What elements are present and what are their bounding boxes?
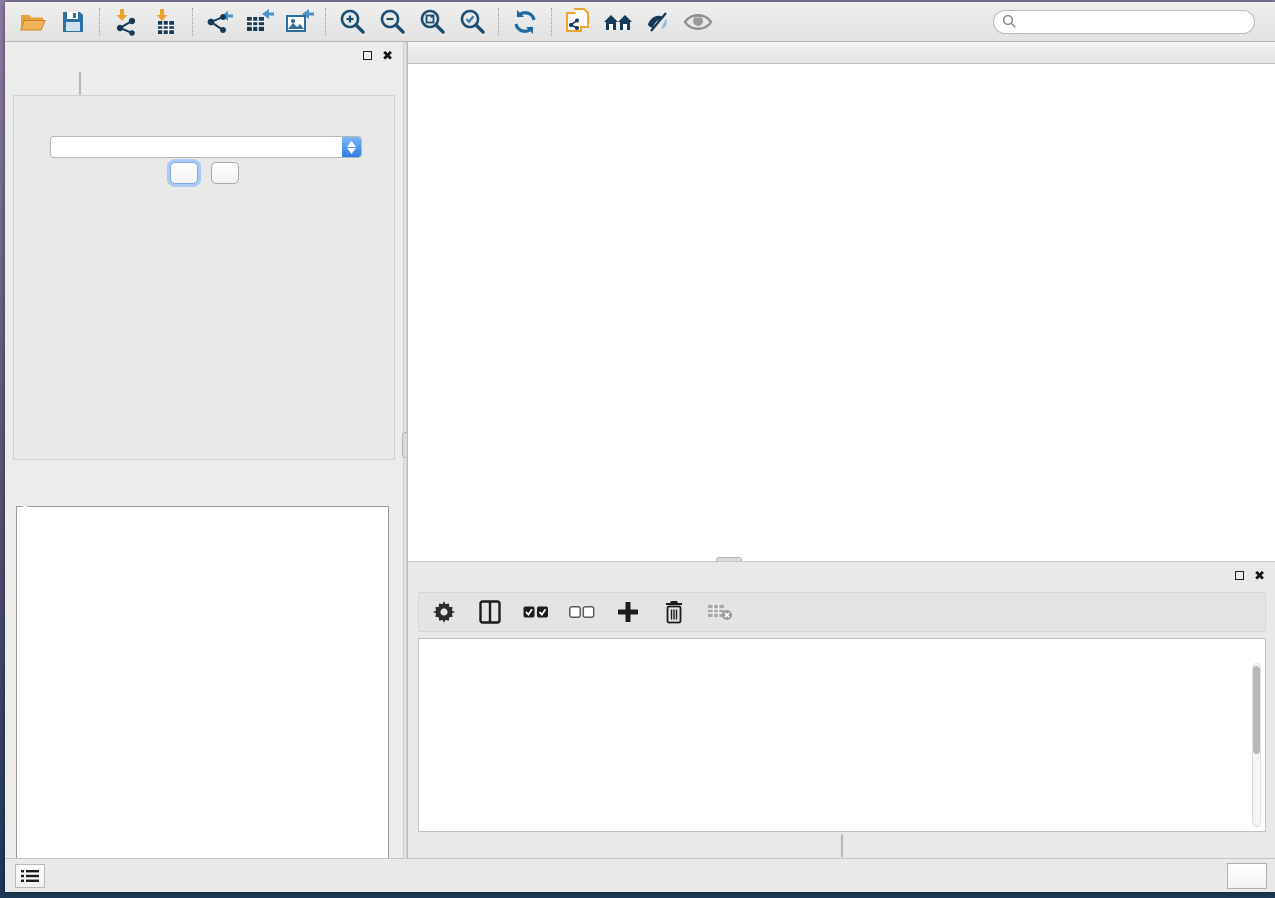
zoom-fit-icon[interactable] [412,5,452,39]
float-panel-icon[interactable] [363,51,372,60]
float-panel-icon[interactable] [1235,571,1244,580]
select-all-icon[interactable] [523,599,549,625]
column-layout-icon[interactable] [477,599,503,625]
memory-button[interactable] [1227,863,1267,889]
import-table-icon[interactable] [146,5,186,39]
import-network-icon[interactable] [106,5,146,39]
table-scrollbar[interactable] [1252,663,1261,827]
show-all-icon[interactable] [678,5,718,39]
status-bar [5,858,1275,892]
task-history-button[interactable] [15,864,45,888]
control-panel: ✖ [5,42,403,858]
deselect-all-icon[interactable] [569,599,595,625]
hide-selected-icon[interactable] [638,5,678,39]
mcds-result-list [17,507,388,509]
zoom-in-icon[interactable] [332,5,372,39]
toolbar-separator [325,8,326,36]
first-neighbors-icon[interactable] [598,5,638,39]
network-titlebar [408,42,1275,64]
close-panel-icon[interactable]: ✖ [382,51,393,60]
export-network-icon[interactable] [199,5,239,39]
search-input[interactable] [1017,15,1246,29]
mcds-result-box [16,506,389,880]
run-mcds-button[interactable] [170,162,198,184]
control-panel-header: ✖ [5,42,403,68]
dropdown-stepper-icon [342,137,361,157]
network-graph [408,65,1275,561]
close-panel-button[interactable] [211,162,239,184]
scrollbar-thumb[interactable] [1253,666,1260,754]
refresh-icon[interactable] [505,5,545,39]
toolbar-separator [498,8,499,36]
list-icon [21,869,39,883]
table-settings-icon[interactable] [431,599,457,625]
delete-table-icon[interactable] [707,599,733,625]
open-file-icon[interactable] [13,5,53,39]
zoom-selected-icon[interactable] [452,5,492,39]
save-session-icon[interactable] [53,5,93,39]
network-view-window [407,42,1275,561]
search-icon [1002,14,1017,29]
close-panel-icon[interactable]: ✖ [1254,571,1265,580]
table-panel: ✖ [407,561,1275,858]
toolbar-separator [99,8,100,36]
zoom-window-icon[interactable] [456,47,468,59]
memory-status-icon [1238,870,1250,882]
main-toolbar [5,2,1275,42]
function-builder-icon[interactable] [753,599,779,625]
table-tabs [841,834,843,857]
node-table-container [418,638,1266,832]
table-toolbar [418,592,1266,632]
clone-network-icon[interactable] [558,5,598,39]
search-box[interactable] [993,10,1255,34]
optimization-dropdown[interactable] [50,136,362,158]
toolbar-separator [192,8,193,36]
network-canvas[interactable] [408,65,1275,561]
close-window-icon[interactable] [416,47,428,59]
add-column-icon[interactable] [615,599,641,625]
zoom-out-icon[interactable] [372,5,412,39]
mcds-options-box [13,95,395,460]
delete-column-icon[interactable] [661,599,687,625]
minimize-window-icon[interactable] [436,47,448,59]
application-window: ✖ [5,2,1275,892]
export-table-icon[interactable] [239,5,279,39]
table-panel-header: ✖ [408,562,1275,588]
control-panel-tabs [79,72,81,95]
toolbar-separator [551,8,552,36]
export-image-icon[interactable] [279,5,319,39]
